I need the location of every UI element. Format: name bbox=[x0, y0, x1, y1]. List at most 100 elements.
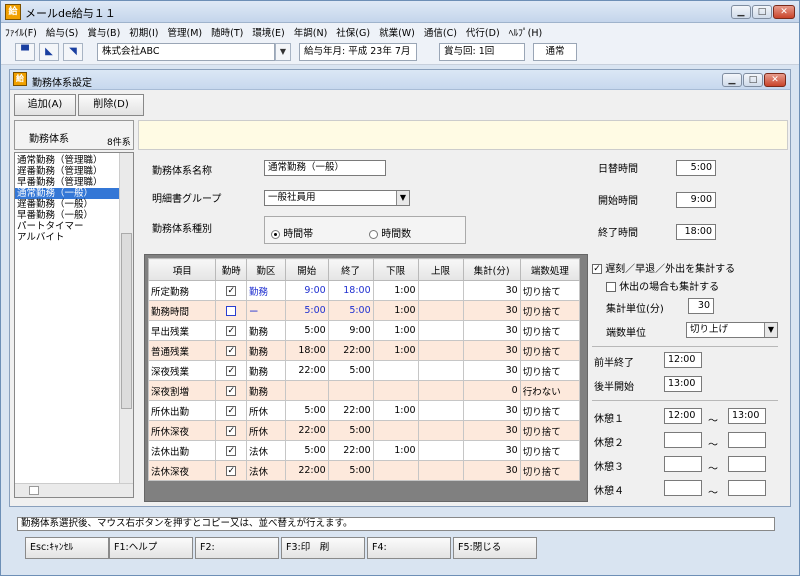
row-rounding[interactable]: 切り捨て bbox=[519, 420, 581, 441]
break-from-input[interactable]: 12:00 bbox=[664, 408, 702, 424]
minimize-button[interactable]: ▁ bbox=[731, 5, 751, 19]
chevron-down-icon[interactable]: ▼ bbox=[396, 191, 409, 205]
row-start[interactable]: 22:00 bbox=[284, 460, 329, 481]
row-aggregate[interactable]: 0 bbox=[462, 380, 521, 401]
checkbox-checked-icon[interactable]: ✓ bbox=[226, 345, 237, 356]
start-time-input[interactable]: 9:00 bbox=[676, 192, 716, 208]
list-item[interactable]: アルバイト bbox=[15, 232, 119, 243]
row-kubun[interactable]: 勤務 bbox=[246, 320, 286, 341]
function-key-button[interactable]: Esc:ｷｬﾝｾﾙ bbox=[25, 537, 109, 559]
row-aggregate[interactable]: 30 bbox=[462, 440, 521, 461]
list-item[interactable]: 遅番勤務（管理職） bbox=[15, 166, 119, 177]
row-upper[interactable] bbox=[417, 420, 464, 441]
list-item[interactable]: 遅番勤務（一般） bbox=[15, 199, 119, 210]
row-rounding[interactable]: 切り捨て bbox=[519, 400, 581, 421]
row-rounding[interactable]: 行わない bbox=[519, 380, 581, 401]
row-checkbox-cell[interactable]: ✓ bbox=[215, 380, 248, 401]
chevron-down-icon[interactable]: ▼ bbox=[275, 43, 291, 61]
row-end[interactable]: 5:00 bbox=[327, 420, 374, 441]
row-kubun[interactable]: 勤務 bbox=[246, 340, 286, 361]
row-rounding[interactable]: 切り捨て bbox=[519, 440, 581, 461]
daily-hours-input[interactable]: 5:00 bbox=[676, 160, 716, 176]
row-kubun[interactable]: 所休 bbox=[246, 420, 286, 441]
table-row[interactable]: 普通残業 ✓ 勤務 18:00 22:00 1:00 30 切り捨て bbox=[147, 340, 581, 361]
row-kubun[interactable]: 勤務 bbox=[246, 360, 286, 381]
table-row[interactable]: 早出残業 ✓ 勤務 5:00 9:00 1:00 30 切り捨て bbox=[147, 320, 581, 341]
menu-item[interactable]: 通信(C) bbox=[424, 28, 457, 39]
row-lower[interactable] bbox=[372, 420, 419, 441]
row-checkbox-cell[interactable]: ✓ bbox=[215, 340, 248, 361]
row-checkbox-cell[interactable]: ✓ bbox=[215, 280, 248, 301]
menu-item[interactable]: 環境(E) bbox=[252, 28, 284, 39]
row-upper[interactable] bbox=[417, 460, 464, 481]
row-start[interactable]: 5:00 bbox=[284, 320, 329, 341]
forward-icon[interactable]: ◥ bbox=[63, 43, 83, 61]
row-lower[interactable] bbox=[372, 360, 419, 381]
row-end[interactable]: 22:00 bbox=[327, 440, 374, 461]
column-header[interactable]: 勤区 bbox=[246, 258, 286, 281]
second-half-start-input[interactable]: 13:00 bbox=[664, 376, 702, 392]
row-start[interactable]: 5:00 bbox=[284, 300, 329, 321]
menu-item[interactable]: 給与(S) bbox=[46, 28, 78, 39]
table-row[interactable]: 法休深夜 ✓ 法休 22:00 5:00 30 切り捨て bbox=[147, 460, 581, 481]
row-aggregate[interactable]: 30 bbox=[462, 300, 521, 321]
break-from-input[interactable] bbox=[664, 456, 702, 472]
column-header[interactable]: 端数処理 bbox=[519, 258, 581, 281]
checkbox-checked-icon[interactable]: ✓ bbox=[226, 325, 237, 336]
list-item[interactable]: 通常勤務（管理職） bbox=[15, 155, 119, 166]
first-half-end-input[interactable]: 12:00 bbox=[664, 352, 702, 368]
function-key-button[interactable]: F1:ヘルプ bbox=[109, 537, 193, 559]
checkbox-checked-icon[interactable]: ✓ bbox=[226, 405, 237, 416]
row-start[interactable] bbox=[284, 380, 329, 401]
row-lower[interactable]: 1:00 bbox=[372, 300, 419, 321]
checkbox-checked-icon[interactable]: ✓ bbox=[226, 425, 237, 436]
list-item[interactable]: 早番勤務（管理職） bbox=[15, 177, 119, 188]
list-hscrollbar[interactable] bbox=[15, 483, 133, 497]
table-row[interactable]: 所休深夜 ✓ 所休 22:00 5:00 30 切り捨て bbox=[147, 420, 581, 441]
row-kubun[interactable]: 法休 bbox=[246, 460, 286, 481]
menu-item[interactable]: ﾍﾙﾌﾟ(H) bbox=[509, 28, 543, 39]
break-to-input[interactable]: 13:00 bbox=[728, 408, 766, 424]
table-row[interactable]: 所休出勤 ✓ 所休 5:00 22:00 1:00 30 切り捨て bbox=[147, 400, 581, 421]
row-start[interactable]: 22:00 bbox=[284, 360, 329, 381]
row-checkbox-cell[interactable]: ✓ bbox=[215, 420, 248, 441]
maximize-button[interactable]: □ bbox=[752, 5, 772, 19]
row-aggregate[interactable]: 30 bbox=[462, 400, 521, 421]
save-icon[interactable]: ▀ bbox=[15, 43, 35, 61]
row-lower[interactable]: 1:00 bbox=[372, 440, 419, 461]
row-end[interactable]: 5:00 bbox=[327, 360, 374, 381]
menu-item[interactable]: 代行(D) bbox=[466, 28, 500, 39]
row-lower[interactable]: 1:00 bbox=[372, 280, 419, 301]
end-time-input[interactable]: 18:00 bbox=[676, 224, 716, 240]
menu-item[interactable]: 初期(I) bbox=[129, 28, 158, 39]
menu-item[interactable]: 社保(G) bbox=[336, 28, 370, 39]
column-header[interactable]: 下限 bbox=[372, 258, 419, 281]
menu-item[interactable]: 賞与(B) bbox=[87, 28, 120, 39]
row-start[interactable]: 5:00 bbox=[284, 400, 329, 421]
row-aggregate[interactable]: 30 bbox=[462, 320, 521, 341]
row-rounding[interactable]: 切り捨て bbox=[519, 360, 581, 381]
row-aggregate[interactable]: 30 bbox=[462, 340, 521, 361]
checkbox-checked-icon[interactable]: ✓ bbox=[226, 465, 237, 476]
row-checkbox-cell[interactable] bbox=[215, 300, 248, 321]
row-end[interactable]: 18:00 bbox=[327, 280, 374, 301]
row-kubun[interactable]: 勤務 bbox=[246, 380, 286, 401]
row-end[interactable] bbox=[327, 380, 374, 401]
row-checkbox-cell[interactable]: ✓ bbox=[215, 460, 248, 481]
table-row[interactable]: 法休出勤 ✓ 法休 5:00 22:00 1:00 30 切り捨て bbox=[147, 440, 581, 461]
list-item[interactable]: 早番勤務（一般） bbox=[15, 210, 119, 221]
menu-item[interactable]: 年調(N) bbox=[294, 28, 328, 39]
menu-item[interactable]: 就業(W) bbox=[379, 28, 415, 39]
break-from-input[interactable] bbox=[664, 432, 702, 448]
row-rounding[interactable]: 切り捨て bbox=[519, 280, 581, 301]
break-to-input[interactable] bbox=[728, 480, 766, 496]
child-minimize-button[interactable]: ▁ bbox=[722, 73, 742, 87]
row-upper[interactable] bbox=[417, 300, 464, 321]
row-upper[interactable] bbox=[417, 400, 464, 421]
row-lower[interactable]: 1:00 bbox=[372, 400, 419, 421]
checkbox-empty-icon[interactable] bbox=[226, 305, 237, 316]
row-kubun[interactable]: 所休 bbox=[246, 400, 286, 421]
function-key-button[interactable]: F2: bbox=[195, 537, 279, 559]
row-kubun[interactable]: 勤務 bbox=[246, 280, 286, 301]
delete-button[interactable]: 削除(D) bbox=[78, 94, 144, 116]
